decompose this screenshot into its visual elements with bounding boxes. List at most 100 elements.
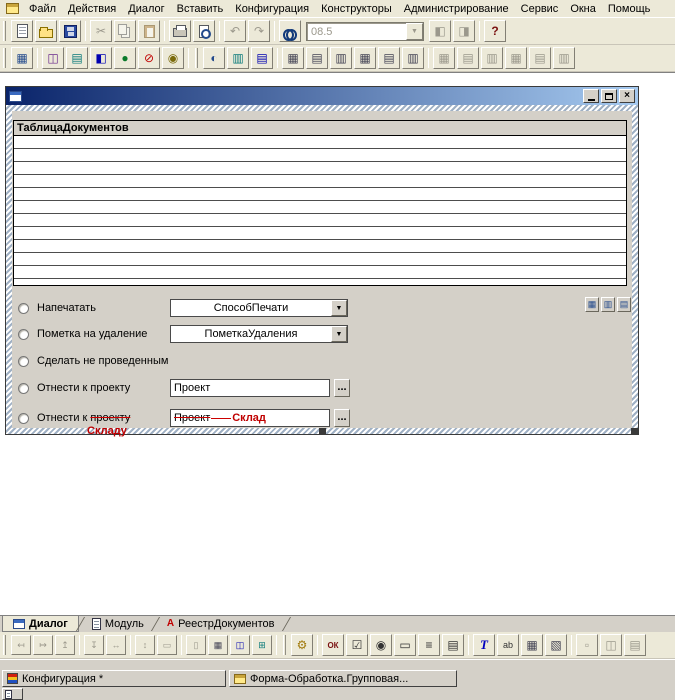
- mdi-child-window-icon[interactable]: [6, 3, 19, 14]
- paste-button[interactable]: [138, 20, 160, 42]
- edit-object-button-3[interactable]: ▥: [330, 47, 352, 69]
- layers-button[interactable]: ⊞: [252, 635, 272, 655]
- metadata-button-3[interactable]: ◧: [90, 47, 112, 69]
- insert-table-control[interactable]: ▦: [521, 634, 543, 656]
- print-method-dropdown[interactable]: СпособПечати ▼: [170, 299, 348, 317]
- toolbar-grip[interactable]: [283, 635, 286, 655]
- align-right-button[interactable]: ↦: [33, 635, 53, 655]
- edit-object-button-4[interactable]: ▦: [354, 47, 376, 69]
- form-canvas[interactable]: ТаблицаДокументов Напечатать СпособПечат…: [12, 111, 632, 428]
- close-button[interactable]: ×: [619, 89, 635, 103]
- form-window-titlebar[interactable]: ×: [6, 87, 638, 105]
- form-designer-window[interactable]: × ТаблицаДокументов Напечатать СпособПеч…: [5, 86, 639, 435]
- same-height-button[interactable]: ▯: [186, 635, 206, 655]
- radio-project[interactable]: [18, 383, 29, 394]
- documents-table-control[interactable]: ТаблицаДокументов: [13, 120, 627, 286]
- menu-actions[interactable]: Действия: [62, 1, 122, 17]
- object-action-button-1[interactable]: ▦: [433, 47, 455, 69]
- menu-file[interactable]: Файл: [23, 1, 62, 17]
- edit-object-button-5[interactable]: ▤: [378, 47, 400, 69]
- state-button-3[interactable]: ◉: [162, 47, 184, 69]
- insert-checkbox-control[interactable]: ☑: [346, 634, 368, 656]
- misc-control-button-1[interactable]: ▫: [576, 634, 598, 656]
- metadata-button-1[interactable]: ◫: [42, 47, 64, 69]
- toolbar-grip[interactable]: [3, 48, 6, 68]
- toolbar-grip[interactable]: [3, 21, 6, 41]
- zoom-dropdown-arrow-icon[interactable]: ▼: [406, 23, 423, 40]
- extra-tool-button-2[interactable]: ◨: [453, 20, 475, 42]
- snap-grid-button[interactable]: ◫: [230, 635, 250, 655]
- menu-administration[interactable]: Администрирование: [398, 1, 515, 17]
- menu-constructors[interactable]: Конструкторы: [315, 1, 398, 17]
- redo-button[interactable]: ↷: [248, 20, 270, 42]
- tab-registry[interactable]: А РеестрДокументов: [157, 616, 285, 632]
- dropdown-arrow-icon[interactable]: ▼: [331, 300, 347, 316]
- insert-combobox-control[interactable]: ▤: [442, 634, 464, 656]
- misc-control-button-2[interactable]: ◫: [600, 634, 622, 656]
- menu-configuration[interactable]: Конфигурация: [229, 1, 315, 17]
- dropdown-arrow-icon[interactable]: ▼: [331, 326, 347, 342]
- space-vertical-button[interactable]: ↕: [135, 635, 155, 655]
- align-top-button[interactable]: ↥: [55, 635, 75, 655]
- insert-label-control[interactable]: T: [473, 634, 495, 656]
- object-action-button-5[interactable]: ▤: [529, 47, 551, 69]
- deletion-mark-dropdown[interactable]: ПометкаУдаления ▼: [170, 325, 348, 343]
- insert-list-control[interactable]: ≡: [418, 634, 440, 656]
- rights-button[interactable]: ▥: [227, 47, 249, 69]
- form-window-icon[interactable]: [9, 91, 22, 102]
- grid-align-button-3[interactable]: ▤: [617, 297, 631, 312]
- tools-button[interactable]: ⚙: [291, 634, 313, 656]
- form-selection-hatch-border[interactable]: ТаблицаДокументов Напечатать СпособПечат…: [6, 105, 638, 434]
- print-preview-button[interactable]: [193, 20, 215, 42]
- edit-object-button-6[interactable]: ▥: [402, 47, 424, 69]
- maximize-button[interactable]: [601, 89, 617, 103]
- misc-control-button-3[interactable]: ▤: [624, 634, 646, 656]
- project-field[interactable]: Проект: [170, 379, 330, 397]
- cut-button[interactable]: ✂: [90, 20, 112, 42]
- edit-object-button-2[interactable]: ▤: [306, 47, 328, 69]
- menu-dialog[interactable]: Диалог: [122, 1, 170, 17]
- form-resize-handle-bottom[interactable]: [319, 428, 326, 434]
- zoom-combobox[interactable]: 08.5 ▼: [306, 22, 424, 41]
- form-resize-handle-corner[interactable]: [631, 428, 638, 434]
- find-button[interactable]: [279, 20, 301, 42]
- tab-dialog[interactable]: Диалог: [2, 616, 79, 632]
- project-browse-button[interactable]: ...: [334, 379, 350, 397]
- radio-print[interactable]: [18, 303, 29, 314]
- object-action-button-4[interactable]: ▦: [505, 47, 527, 69]
- minimize-button[interactable]: [583, 89, 599, 103]
- help-button[interactable]: ?: [484, 20, 506, 42]
- project-corrected-browse-button[interactable]: ...: [334, 409, 350, 427]
- insert-radio-control[interactable]: ◉: [370, 634, 392, 656]
- grid-toggle-button[interactable]: ▦: [208, 635, 228, 655]
- space-horizontal-button[interactable]: ↔: [106, 635, 126, 655]
- radio-deletion-mark[interactable]: [18, 329, 29, 340]
- undo-button[interactable]: ↶: [224, 20, 246, 42]
- same-width-button[interactable]: ▭: [157, 635, 177, 655]
- insert-edit-control[interactable]: ab: [497, 634, 519, 656]
- insert-frame-control[interactable]: ▭: [394, 634, 416, 656]
- form-grid-button[interactable]: ▦: [11, 47, 33, 69]
- minimized-configuration-window[interactable]: Конфигурация *: [2, 670, 226, 687]
- edit-object-button-1[interactable]: ▦: [282, 47, 304, 69]
- print-button[interactable]: [169, 20, 191, 42]
- project-field-corrected[interactable]: ПроектСклад: [170, 409, 330, 427]
- menu-insert[interactable]: Вставить: [171, 1, 230, 17]
- object-action-button-3[interactable]: ▥: [481, 47, 503, 69]
- toolbar-grip[interactable]: [195, 48, 198, 68]
- object-action-button-6[interactable]: ▥: [553, 47, 575, 69]
- grid-align-button-1[interactable]: ▦: [585, 297, 599, 312]
- copy-button[interactable]: [114, 20, 136, 42]
- minimized-module-window[interactable]: [2, 688, 23, 700]
- menu-help[interactable]: Помощь: [602, 1, 657, 17]
- users-button[interactable]: ◐: [203, 47, 225, 69]
- interfaces-button[interactable]: ▤: [251, 47, 273, 69]
- grid-align-button-2[interactable]: ▥: [601, 297, 615, 312]
- state-button-1[interactable]: ●: [114, 47, 136, 69]
- radio-unpost[interactable]: [18, 356, 29, 367]
- toolbar-grip[interactable]: [3, 635, 6, 655]
- tab-module[interactable]: Модуль: [82, 616, 154, 632]
- align-left-button[interactable]: ↤: [11, 635, 31, 655]
- radio-project-corrected[interactable]: [18, 413, 29, 424]
- extra-tool-button-1[interactable]: ◧: [429, 20, 451, 42]
